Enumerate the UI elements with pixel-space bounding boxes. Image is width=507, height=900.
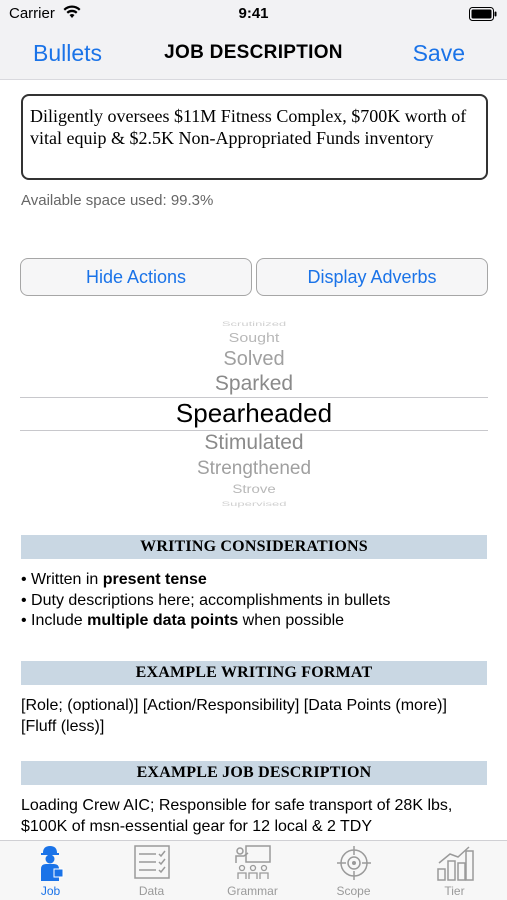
tab-label: Scope: [336, 884, 371, 898]
example-format-text: [Role; (optional)] [Action/Responsibilit…: [21, 697, 447, 735]
picker-item[interactable]: Stimulated: [20, 431, 488, 455]
picker-selected-item[interactable]: Spearheaded: [20, 398, 488, 429]
checklist-icon: [133, 845, 170, 879]
tab-data[interactable]: Data: [101, 841, 202, 900]
picker-item[interactable]: Scrutinized: [20, 320, 488, 328]
writing-considerations-header: WRITING CONSIDERATIONS: [21, 535, 487, 559]
tab-scope[interactable]: Scope: [303, 841, 404, 900]
tab-job[interactable]: Job: [0, 841, 101, 900]
nav-bar: Bullets JOB DESCRIPTION Save: [0, 30, 507, 80]
picker-item[interactable]: Sought: [20, 332, 488, 346]
tab-grammar[interactable]: Grammar: [202, 841, 303, 900]
tab-bar: Job Data Grammar Scope Tier: [0, 840, 507, 900]
classroom-icon: [234, 845, 271, 879]
writing-considerations-list: • Written in present tense • Duty descri…: [21, 570, 487, 632]
worker-icon: [40, 846, 63, 881]
available-space-label: Available space used: 99.3%: [21, 192, 214, 209]
hide-actions-button[interactable]: Hide Actions: [20, 258, 252, 296]
display-adverbs-button[interactable]: Display Adverbs: [256, 258, 488, 296]
picker-item[interactable]: Strengthened: [20, 458, 488, 480]
save-button[interactable]: Save: [413, 40, 465, 67]
tab-label: Grammar: [227, 884, 278, 898]
tab-label: Tier: [444, 884, 465, 898]
status-bar: Carrier 9:41: [0, 0, 507, 30]
battery-icon: [469, 7, 497, 21]
action-verb-picker[interactable]: Scrutinized Sought Solved Sparked Spearh…: [20, 314, 488, 512]
job-description-editor[interactable]: Diligently oversees $11M Fitness Complex…: [21, 94, 488, 180]
picker-item[interactable]: Supervised: [20, 500, 488, 508]
tab-label: Data: [138, 884, 165, 898]
list-item: • Duty descriptions here; accomplishment…: [21, 591, 391, 609]
picker-item[interactable]: Sparked: [20, 372, 488, 396]
crosshair-icon: [336, 846, 371, 880]
list-item: • Written in present tense: [21, 571, 207, 588]
example-job-header: EXAMPLE JOB DESCRIPTION: [21, 761, 487, 785]
example-job-text: Loading Crew AIC; Responsible for safe t…: [21, 797, 453, 835]
list-item: • Include multiple data points when poss…: [21, 612, 345, 629]
example-format-header: EXAMPLE WRITING FORMAT: [21, 661, 487, 685]
picker-item[interactable]: Strove: [20, 483, 488, 497]
bar-chart-icon: [436, 846, 474, 881]
picker-item[interactable]: Solved: [20, 348, 488, 371]
status-time: 9:41: [238, 5, 269, 22]
tab-label: Job: [40, 884, 61, 898]
tab-tier[interactable]: Tier: [404, 841, 505, 900]
